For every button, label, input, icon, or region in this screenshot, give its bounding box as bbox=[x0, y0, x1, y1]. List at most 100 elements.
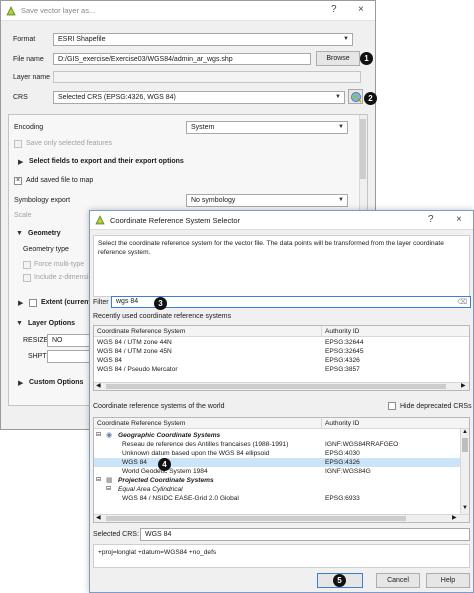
tree-row[interactable]: World Geodetic System 1984 IGNF:WGS84G bbox=[94, 467, 460, 476]
tree-subgroup-row[interactable]: ⊟ Equal Area Cylindrical bbox=[94, 485, 460, 494]
extent-section[interactable]: Extent (current bbox=[41, 299, 91, 306]
world-crs-tree: Coordinate Reference System Authority ID… bbox=[93, 417, 470, 523]
layer-options-section[interactable]: Layer Options bbox=[28, 320, 75, 327]
cancel-button[interactable]: Cancel bbox=[376, 573, 420, 588]
help-dialog-button[interactable]: Help bbox=[426, 573, 470, 588]
crs-close-button[interactable]: × bbox=[456, 214, 462, 225]
crs-id: IGNF:WGS84G bbox=[325, 468, 371, 475]
hide-deprecated-label: Hide deprecated CRSs bbox=[400, 403, 472, 410]
tree-row[interactable]: Reseau de reference des Antilles francai… bbox=[94, 440, 460, 449]
crs-id: EPSG:32645 bbox=[325, 348, 364, 355]
scale-label: Scale bbox=[14, 212, 32, 219]
extent-checkbox[interactable] bbox=[29, 299, 37, 307]
save-selected-checkbox[interactable] bbox=[14, 140, 22, 148]
filename-value: D:/GIS_exercise/Exercise03/WGS84/admin_a… bbox=[58, 56, 233, 63]
world-vertical-scrollbar[interactable]: ▲ ▼ bbox=[460, 429, 469, 514]
crs-name: Reseau de reference des Antilles francai… bbox=[122, 441, 289, 448]
filter-value: wgs 84 bbox=[116, 298, 139, 305]
scroll-down-icon[interactable]: ▼ bbox=[462, 505, 468, 511]
collapse-arrow-icon[interactable]: ▼ bbox=[16, 320, 23, 327]
tree-row-selected[interactable]: WGS 84 EPSG:4326 bbox=[94, 458, 460, 467]
encoding-label: Encoding bbox=[14, 124, 44, 131]
scrollbar-thumb[interactable] bbox=[106, 384, 446, 389]
column-header[interactable]: Coordinate Reference System bbox=[94, 326, 322, 337]
clear-filter-icon[interactable]: ⌫ bbox=[457, 298, 467, 306]
crs-help-button[interactable]: ? bbox=[428, 214, 434, 225]
resize-label: RESIZE bbox=[23, 337, 49, 344]
expand-arrow-icon[interactable]: ▶ bbox=[18, 299, 23, 307]
proj-string: +proj=longlat +datum=WGS84 +no_defs bbox=[98, 549, 217, 556]
format-value: ESRI Shapefile bbox=[58, 36, 106, 43]
expand-arrow-icon[interactable]: ▶ bbox=[18, 158, 23, 166]
crs-value: Selected CRS (EPSG:4326, WGS 84) bbox=[58, 94, 176, 101]
recent-table-header: Coordinate Reference System Authority ID bbox=[94, 326, 469, 337]
table-row[interactable]: WGS 84 EPSG:4326 bbox=[94, 356, 469, 365]
crs-selector-dialog: Coordinate Reference System Selector ? ×… bbox=[89, 210, 474, 593]
expand-arrow-icon[interactable]: ▶ bbox=[18, 379, 23, 387]
tree-row[interactable]: WGS 84 / NSIDC EASE-Grid 2.0 Global EPSG… bbox=[94, 494, 460, 503]
title-bar: Save vector layer as... ? × bbox=[1, 1, 375, 21]
shpt-label: SHPT bbox=[28, 353, 47, 360]
crs-combo[interactable]: Selected CRS (EPSG:4326, WGS 84) ▼ bbox=[53, 91, 345, 104]
add-saved-checkbox[interactable]: × bbox=[14, 177, 22, 185]
globe-icon: ◉ bbox=[106, 432, 113, 439]
collapse-arrow-icon[interactable]: ▼ bbox=[16, 230, 23, 237]
scroll-right-icon[interactable]: ▶ bbox=[461, 382, 466, 389]
custom-options-section[interactable]: Custom Options bbox=[29, 379, 83, 386]
collapse-icon[interactable]: ⊟ bbox=[96, 431, 101, 440]
hide-deprecated-checkbox[interactable] bbox=[388, 402, 396, 410]
scrollbar-thumb[interactable] bbox=[462, 438, 468, 452]
table-row[interactable]: WGS 84 / UTM zone 44N EPSG:32644 bbox=[94, 338, 469, 347]
chevron-down-icon: ▼ bbox=[338, 197, 344, 203]
scroll-left-icon[interactable]: ◀ bbox=[96, 514, 101, 521]
recent-label: Recently used coordinate reference syste… bbox=[93, 313, 232, 320]
window-title: Save vector layer as... bbox=[21, 6, 96, 15]
symbology-combo[interactable]: No symbology ▼ bbox=[186, 194, 348, 207]
recent-horizontal-scrollbar[interactable]: ◀ ▶ bbox=[94, 382, 469, 390]
step-badge-5: 5 bbox=[333, 574, 346, 587]
filename-input[interactable]: D:/GIS_exercise/Exercise03/WGS84/admin_a… bbox=[53, 53, 311, 65]
column-header[interactable]: Coordinate Reference System bbox=[94, 418, 322, 429]
scroll-left-icon[interactable]: ◀ bbox=[96, 382, 101, 389]
force-multi-checkbox[interactable] bbox=[23, 261, 31, 269]
crs-selector-button[interactable] bbox=[348, 89, 363, 104]
include-z-label: Include z-dimension bbox=[34, 274, 97, 281]
tree-group-row[interactable]: ⊟ ▦ Projected Coordinate Systems bbox=[94, 476, 460, 485]
description-text: Select the coordinate reference system f… bbox=[98, 240, 444, 256]
column-header[interactable]: Authority ID bbox=[322, 326, 469, 337]
crs-group-name: Projected Coordinate Systems bbox=[118, 477, 214, 484]
browse-button[interactable]: Browse bbox=[316, 51, 360, 66]
world-horizontal-scrollbar[interactable]: ◀ ▶ bbox=[94, 514, 469, 522]
scrollbar-thumb[interactable] bbox=[360, 119, 366, 179]
scroll-up-icon[interactable]: ▲ bbox=[462, 429, 468, 435]
table-row[interactable]: WGS 84 / UTM zone 45N EPSG:32645 bbox=[94, 347, 469, 356]
layername-input[interactable] bbox=[53, 71, 361, 83]
chevron-down-icon: ▼ bbox=[343, 36, 349, 42]
crs-dialog-title: Coordinate Reference System Selector bbox=[110, 216, 241, 225]
geometry-section[interactable]: Geometry bbox=[28, 230, 61, 237]
tree-row[interactable]: Unknown datum based upon the WGS 84 elli… bbox=[94, 449, 460, 458]
collapse-icon[interactable]: ⊟ bbox=[96, 476, 101, 485]
step-badge-1: 1 bbox=[360, 52, 373, 65]
close-button[interactable]: × bbox=[358, 4, 364, 15]
include-z-checkbox[interactable] bbox=[23, 274, 31, 282]
resize-combo[interactable]: NO bbox=[47, 334, 91, 347]
scroll-right-icon[interactable]: ▶ bbox=[452, 514, 457, 521]
selected-crs-field: WGS 84 bbox=[140, 528, 470, 541]
scrollbar-thumb[interactable] bbox=[106, 516, 406, 521]
recent-crs-table: Coordinate Reference System Authority ID… bbox=[93, 325, 470, 391]
column-header[interactable]: Authority ID bbox=[322, 418, 460, 429]
select-fields-section[interactable]: Select fields to export and their export… bbox=[29, 158, 184, 165]
format-combo[interactable]: ESRI Shapefile ▼ bbox=[53, 33, 353, 46]
help-button[interactable]: ? bbox=[331, 4, 337, 15]
tree-group-row[interactable]: ⊟ ◉ Geographic Coordinate Systems bbox=[94, 431, 460, 440]
step-badge-3: 3 bbox=[154, 297, 167, 310]
filename-label: File name bbox=[13, 56, 44, 63]
shpt-combo[interactable] bbox=[47, 350, 91, 363]
collapse-icon[interactable]: ⊟ bbox=[106, 485, 111, 494]
world-table-header: Coordinate Reference System Authority ID bbox=[94, 418, 469, 429]
table-row[interactable]: WGS 84 / Pseudo Mercator EPSG:3857 bbox=[94, 365, 469, 374]
encoding-combo[interactable]: System ▼ bbox=[186, 121, 348, 134]
crs-name: WGS 84 / Pseudo Mercator bbox=[97, 366, 178, 373]
globe-icon bbox=[351, 92, 362, 103]
